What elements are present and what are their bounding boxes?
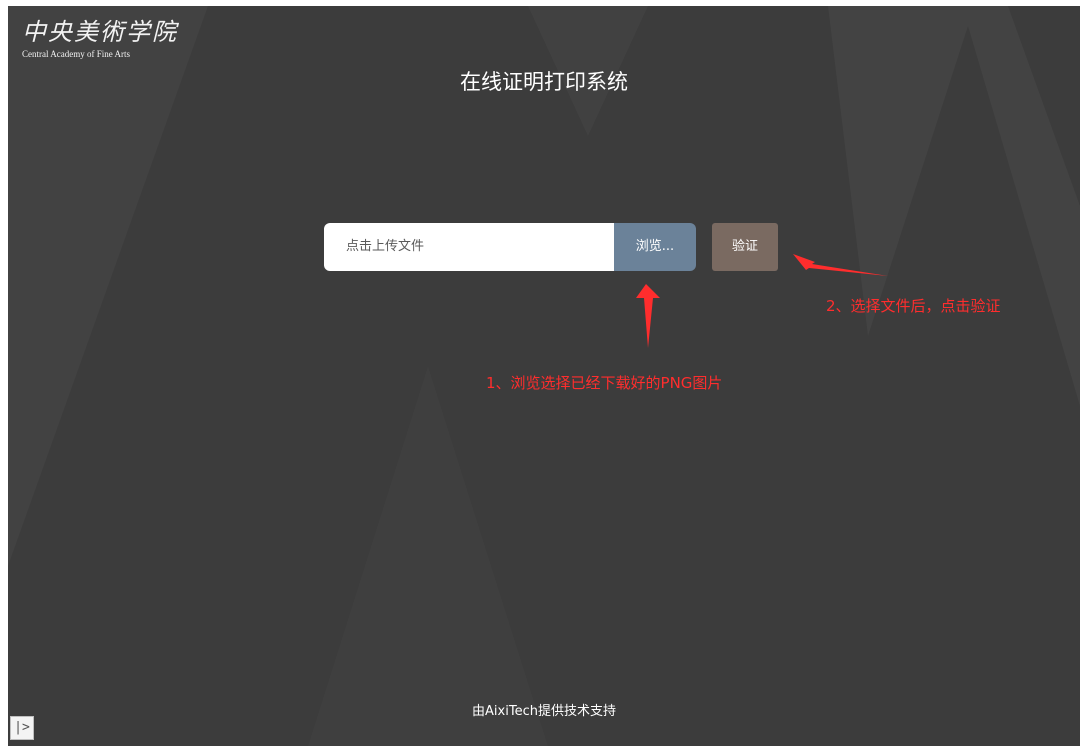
page-title: 在线证明打印系统 <box>460 70 628 94</box>
footer-credit: 由AixiTech提供技术支持 <box>472 704 616 719</box>
annotation-step-1: 1、浏览选择已经下载好的PNG图片 <box>486 374 723 392</box>
verify-button[interactable]: 验证 <box>712 223 778 271</box>
page-container: 中央美術学院 Central Academy of Fine Arts 在线证明… <box>8 6 1080 746</box>
browse-button[interactable]: 浏览... <box>614 223 696 271</box>
annotation-step-2: 2、选择文件后，点击验证 <box>826 297 1001 315</box>
logo-chinese-name: 中央美術学院 <box>22 18 178 46</box>
sidebar-toggle-icon[interactable]: |> <box>10 716 34 740</box>
logo-english-name: Central Academy of Fine Arts <box>22 49 130 59</box>
file-upload-field[interactable]: 点击上传文件 <box>324 223 614 271</box>
academy-logo: 中央美術学院 Central Academy of Fine Arts <box>22 18 178 60</box>
